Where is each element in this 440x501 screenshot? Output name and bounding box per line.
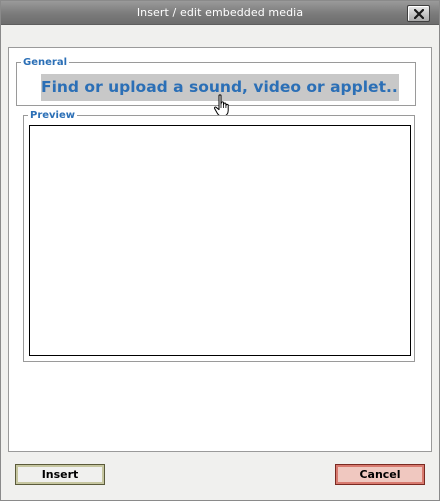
title-bar[interactable]: Insert / edit embedded media <box>1 1 439 25</box>
embedded-media-dialog: Insert / edit embedded media General Fin… <box>0 0 440 501</box>
insert-button[interactable]: Insert <box>15 464 105 485</box>
close-button[interactable] <box>407 5 430 22</box>
preview-legend: Preview <box>30 110 76 121</box>
general-legend: General <box>23 57 67 68</box>
media-preview-area <box>29 125 411 356</box>
cancel-button[interactable]: Cancel <box>335 464 425 485</box>
close-icon <box>414 9 424 19</box>
dialog-title: Insert / edit embedded media <box>136 6 304 19</box>
